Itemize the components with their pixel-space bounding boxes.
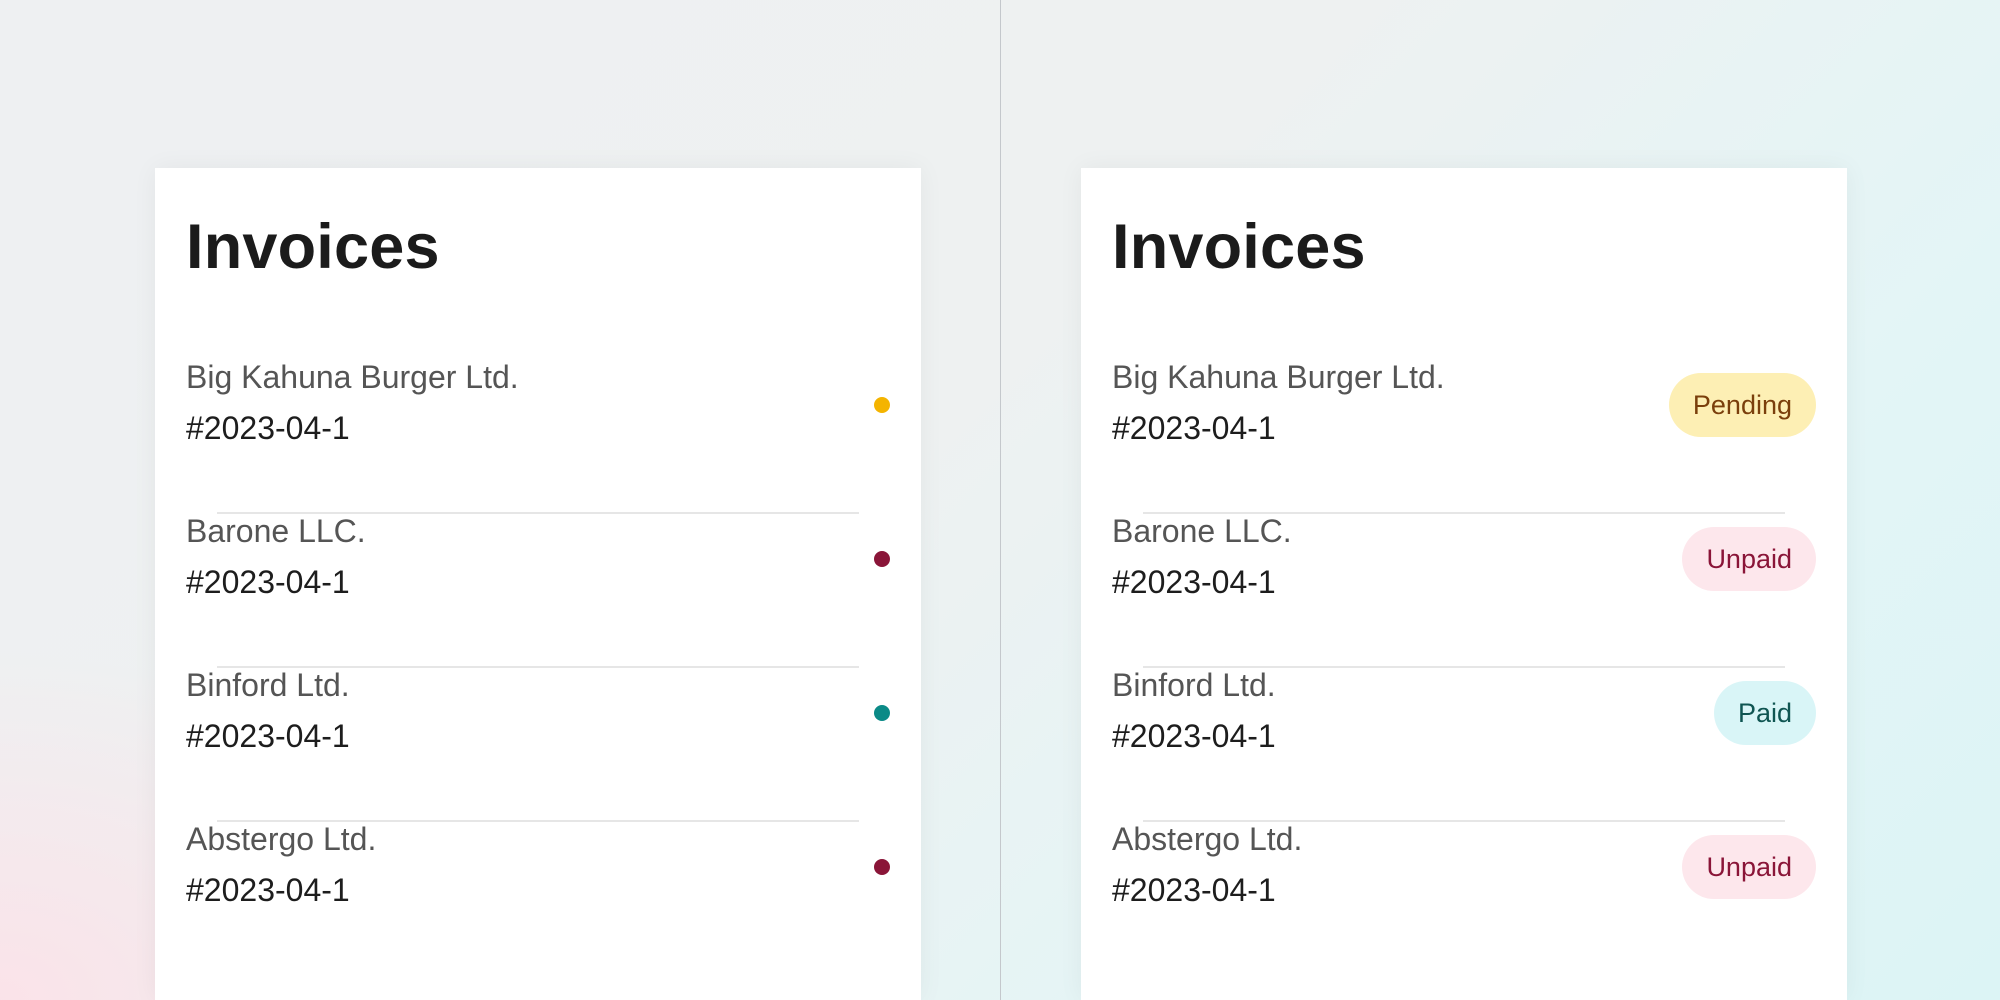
status-badge: Unpaid — [1682, 527, 1816, 591]
status-dot-unpaid — [874, 859, 890, 875]
customer-name: Barone LLC. — [1112, 513, 1292, 549]
invoices-card-dot-variant: Invoices Big Kahuna Burger Ltd. #2023-04… — [155, 168, 921, 1000]
customer-name: Binford Ltd. — [1112, 667, 1276, 703]
invoice-row[interactable]: Big Kahuna Burger Ltd. #2023-04-1 Pendin… — [1081, 358, 1847, 514]
invoice-list: Big Kahuna Burger Ltd. #2023-04-1 Barone… — [155, 358, 921, 974]
invoice-row[interactable]: Abstergo Ltd. #2023-04-1 Unpaid — [1081, 820, 1847, 974]
invoice-row[interactable]: Abstergo Ltd. #2023-04-1 — [155, 820, 921, 974]
invoice-row[interactable]: Barone LLC. #2023-04-1 Unpaid — [1081, 512, 1847, 668]
invoice-row[interactable]: Binford Ltd. #2023-04-1 Paid — [1081, 666, 1847, 822]
customer-name: Binford Ltd. — [186, 667, 350, 703]
invoice-number: #2023-04-1 — [186, 564, 350, 600]
invoice-number: #2023-04-1 — [1112, 564, 1276, 600]
customer-name: Barone LLC. — [186, 513, 366, 549]
invoice-number: #2023-04-1 — [186, 410, 350, 446]
invoice-number: #2023-04-1 — [1112, 872, 1276, 908]
invoice-number: #2023-04-1 — [1112, 410, 1276, 446]
invoice-number: #2023-04-1 — [186, 718, 350, 754]
status-dot-unpaid — [874, 551, 890, 567]
status-dot-paid — [874, 705, 890, 721]
invoice-row[interactable]: Binford Ltd. #2023-04-1 — [155, 666, 921, 822]
card-title: Invoices — [1112, 212, 1366, 282]
invoice-number: #2023-04-1 — [1112, 718, 1276, 754]
invoice-list: Big Kahuna Burger Ltd. #2023-04-1 Pendin… — [1081, 358, 1847, 974]
card-title: Invoices — [186, 212, 440, 282]
customer-name: Big Kahuna Burger Ltd. — [1112, 359, 1445, 395]
status-badge: Unpaid — [1682, 835, 1816, 899]
status-badge: Paid — [1713, 681, 1816, 745]
invoice-row[interactable]: Barone LLC. #2023-04-1 — [155, 512, 921, 668]
invoice-row[interactable]: Big Kahuna Burger Ltd. #2023-04-1 — [155, 358, 921, 514]
status-dot-pending — [874, 397, 890, 413]
customer-name: Abstergo Ltd. — [186, 821, 377, 857]
invoice-number: #2023-04-1 — [186, 872, 350, 908]
customer-name: Big Kahuna Burger Ltd. — [186, 359, 519, 395]
customer-name: Abstergo Ltd. — [1112, 821, 1303, 857]
invoices-card-badge-variant: Invoices Big Kahuna Burger Ltd. #2023-04… — [1081, 168, 1847, 1000]
comparison-divider — [1000, 0, 1001, 1000]
status-badge: Pending — [1668, 373, 1816, 437]
